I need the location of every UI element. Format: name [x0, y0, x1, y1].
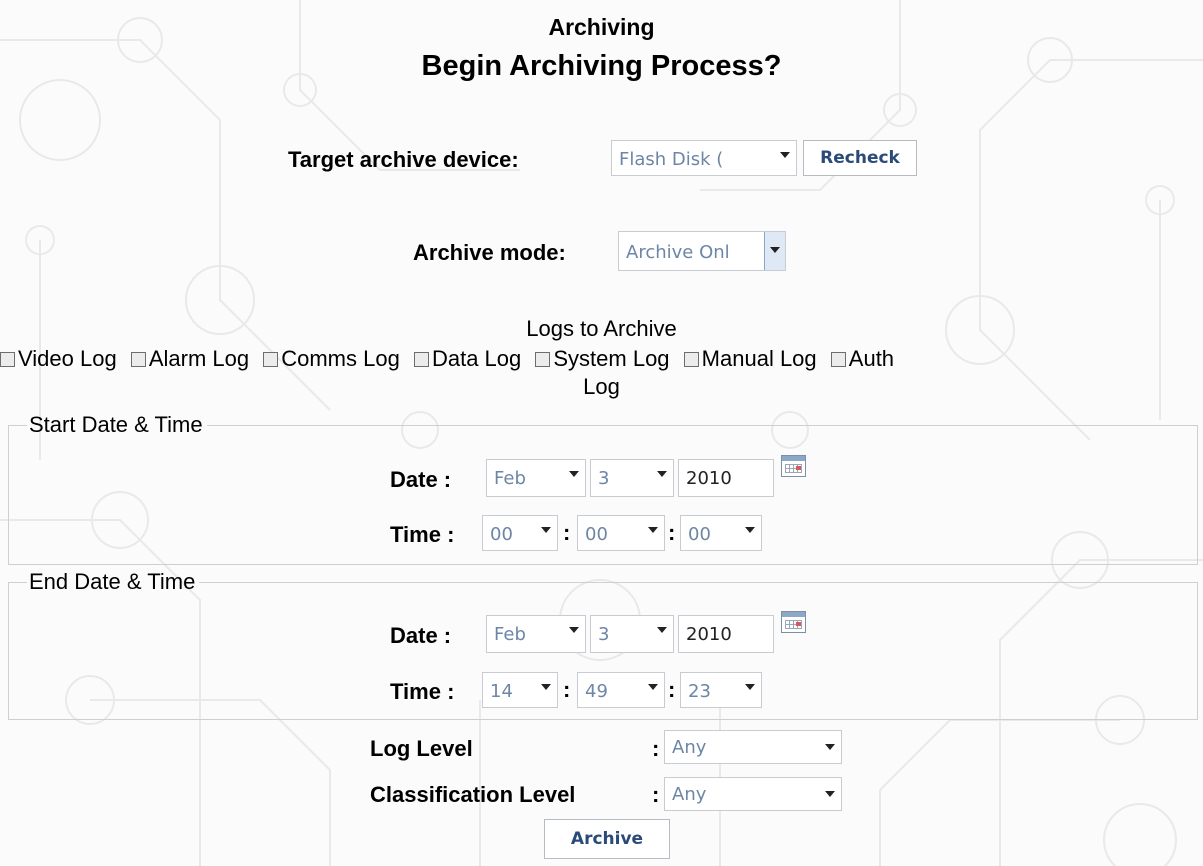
chevron-down-icon [780, 152, 790, 158]
end-datetime-legend: End Date & Time [29, 569, 196, 594]
calendar-icon[interactable] [781, 611, 806, 633]
target-device-select[interactable]: Flash Disk ( [611, 140, 797, 176]
page-subtitle: Archiving [548, 14, 655, 40]
classification-level-label: Classification Level [370, 782, 576, 807]
start-second-value: 00 [688, 524, 711, 545]
end-minute-value: 49 [585, 681, 608, 702]
log-option-data[interactable]: Data Log [413, 346, 521, 372]
archive-mode-value: Archive Onl [626, 242, 730, 263]
start-year-input[interactable]: 2010 [678, 459, 774, 497]
chevron-down-icon [825, 791, 835, 797]
start-date-label: Date : [390, 467, 452, 492]
log-option-auth[interactable]: Auth [830, 346, 894, 372]
start-hour-value: 00 [490, 524, 513, 545]
log-option-manual[interactable]: Manual Log [683, 346, 817, 372]
chevron-down-icon [825, 744, 835, 750]
log-level-select[interactable]: Any [664, 730, 842, 764]
end-second-select[interactable]: 23 [680, 672, 762, 708]
chevron-down-icon [770, 247, 780, 253]
end-month-select[interactable]: Feb [486, 615, 586, 653]
checkbox-icon[interactable] [413, 352, 429, 367]
checkbox-icon[interactable] [535, 352, 551, 367]
chevron-down-icon [569, 627, 579, 633]
end-time-label: Time : [390, 679, 455, 704]
start-time-label: Time : [390, 522, 455, 547]
chevron-down-icon [648, 684, 658, 690]
log-option-video[interactable]: Video Log [0, 346, 117, 372]
chevron-down-icon [745, 527, 755, 533]
start-year-value: 2010 [686, 468, 732, 489]
end-day-select[interactable]: 3 [590, 615, 674, 653]
end-second-value: 23 [688, 681, 711, 702]
start-minute-value: 00 [585, 524, 608, 545]
end-date-label: Date : [390, 623, 452, 648]
start-second-select[interactable]: 00 [680, 515, 762, 551]
logs-to-archive-heading: Logs to Archive [526, 316, 677, 341]
start-hour-select[interactable]: 00 [482, 515, 558, 551]
chevron-down-icon [657, 627, 667, 633]
time-separator: : [668, 520, 676, 545]
start-month-select[interactable]: Feb [486, 459, 586, 497]
chevron-down-icon [657, 471, 667, 477]
classification-level-separator: : [652, 782, 660, 807]
start-day-select[interactable]: 3 [590, 459, 674, 497]
target-device-label: Target archive device: [288, 147, 519, 172]
end-hour-select[interactable]: 14 [482, 672, 558, 708]
start-day-value: 3 [598, 468, 610, 489]
classification-level-select[interactable]: Any [664, 777, 842, 811]
archive-button[interactable]: Archive [544, 819, 670, 859]
time-separator: : [563, 677, 571, 702]
chevron-down-icon [569, 471, 579, 477]
chevron-down-icon [541, 527, 551, 533]
checkbox-icon[interactable] [683, 352, 699, 367]
time-separator: : [668, 677, 676, 702]
log-option-system[interactable]: System Log [535, 346, 670, 372]
end-minute-select[interactable]: 49 [577, 672, 665, 708]
checkbox-icon[interactable] [130, 352, 146, 367]
target-device-value: Flash Disk ( [619, 149, 724, 170]
end-year-input[interactable]: 2010 [678, 615, 774, 653]
checkbox-icon[interactable] [830, 352, 846, 367]
page-title: Begin Archiving Process? [421, 50, 782, 82]
end-hour-value: 14 [490, 681, 513, 702]
log-option-auth-wrap: Log [583, 374, 620, 399]
start-minute-select[interactable]: 00 [577, 515, 665, 551]
checkbox-icon[interactable] [263, 352, 279, 367]
chevron-down-icon [541, 684, 551, 690]
archive-mode-dropdown-button[interactable] [764, 232, 785, 270]
checkbox-icon[interactable] [0, 352, 15, 367]
start-datetime-legend: Start Date & Time [29, 412, 203, 437]
logs-checkbox-list: Video Log Alarm Log Comms Log Data Log S… [0, 346, 1203, 372]
time-separator: : [563, 520, 571, 545]
recheck-button[interactable]: Recheck [803, 140, 917, 176]
log-option-comms[interactable]: Comms Log [263, 346, 400, 372]
chevron-down-icon [648, 527, 658, 533]
chevron-down-icon [745, 684, 755, 690]
calendar-icon[interactable] [781, 455, 806, 477]
log-level-label: Log Level [370, 736, 473, 761]
classification-level-value: Any [672, 784, 707, 805]
archive-mode-select[interactable]: Archive Onl [618, 231, 786, 271]
log-level-separator: : [652, 736, 660, 761]
archive-mode-label: Archive mode: [413, 240, 566, 265]
start-month-value: Feb [494, 468, 526, 489]
log-option-alarm[interactable]: Alarm Log [130, 346, 249, 372]
end-year-value: 2010 [686, 624, 732, 645]
log-level-value: Any [672, 737, 707, 758]
end-day-value: 3 [598, 624, 610, 645]
end-month-value: Feb [494, 624, 526, 645]
